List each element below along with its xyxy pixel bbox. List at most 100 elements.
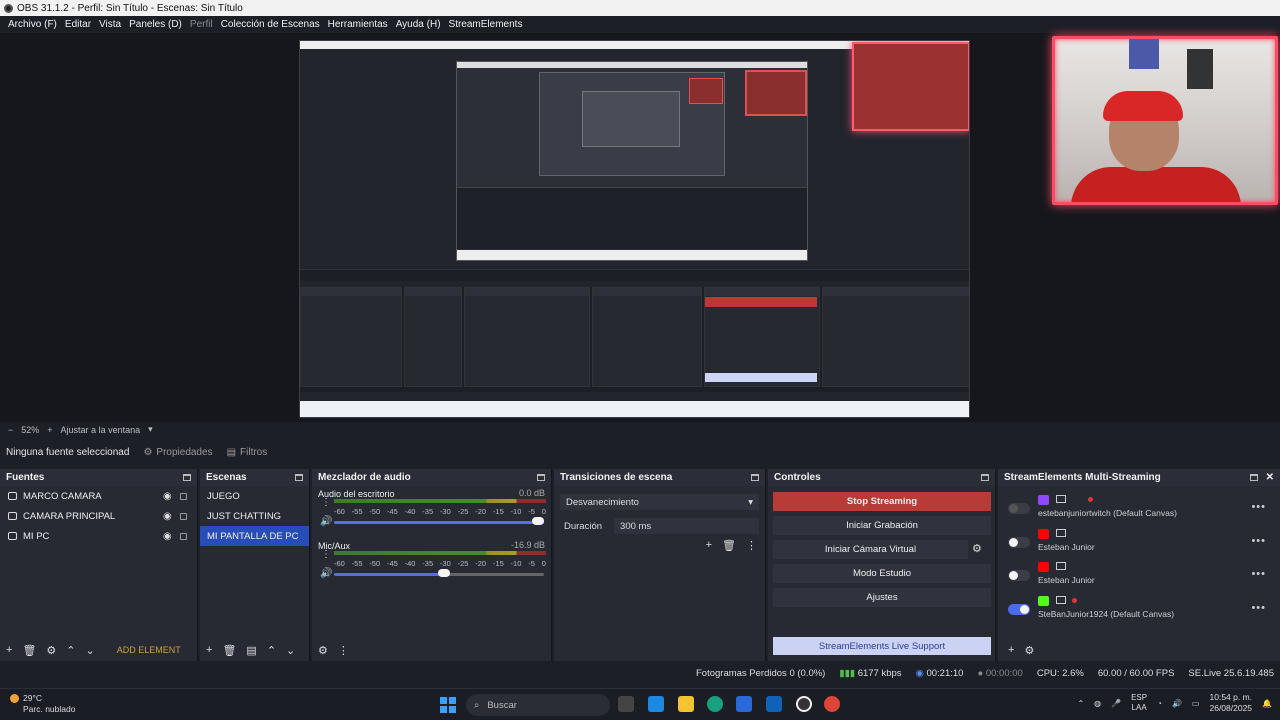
- task-view-icon[interactable]: [618, 696, 634, 712]
- menu-coleccion-escenas[interactable]: Colección de Escenas: [217, 19, 324, 30]
- target-toggle[interactable]: [1008, 570, 1030, 581]
- volume-knob[interactable]: [532, 517, 544, 525]
- virtual-camera-button[interactable]: Iniciar Cámara Virtual: [773, 540, 968, 559]
- volume-knob[interactable]: [438, 569, 450, 577]
- nested-preview-inner: [582, 91, 680, 147]
- float-icon[interactable]: [295, 474, 303, 481]
- more-icon[interactable]: •••: [1251, 568, 1266, 580]
- trash-icon[interactable]: 🗑: [22, 644, 36, 657]
- preview-canvas[interactable]: [0, 33, 1280, 422]
- notification-icon[interactable]: 🔔: [1262, 699, 1272, 708]
- menu-paneles[interactable]: Paneles (D): [125, 19, 186, 30]
- more-vertical-icon[interactable]: ⋮: [338, 644, 349, 657]
- speaker-icon[interactable]: 🔊: [320, 516, 332, 527]
- outlook-icon[interactable]: [766, 696, 782, 712]
- more-vertical-icon[interactable]: ⋮: [321, 549, 331, 560]
- trash-icon[interactable]: 🗑: [222, 644, 236, 657]
- zoom-out-icon[interactable]: −: [8, 425, 13, 435]
- taskbar-search[interactable]: ⌕ Buscar: [466, 694, 610, 716]
- copilot-icon[interactable]: [648, 696, 664, 712]
- float-icon[interactable]: [183, 474, 191, 481]
- float-icon[interactable]: [537, 474, 545, 481]
- trash-icon[interactable]: 🗑: [722, 539, 736, 552]
- gear-icon[interactable]: ⚙: [318, 644, 328, 657]
- settings-button[interactable]: Ajustes: [773, 588, 991, 607]
- more-icon[interactable]: •••: [1251, 535, 1266, 547]
- menu-vista[interactable]: Vista: [95, 19, 125, 30]
- float-icon[interactable]: [981, 474, 989, 481]
- mic-icon[interactable]: 🎤: [1111, 699, 1121, 708]
- menu-archivo[interactable]: Archivo (F): [4, 19, 61, 30]
- add-icon[interactable]: +: [1008, 644, 1014, 656]
- source-item[interactable]: CAMARA PRINCIPAL ◉: [0, 506, 197, 526]
- menu-streamelements[interactable]: StreamElements: [445, 19, 527, 30]
- gear-icon[interactable]: ⚙: [1024, 644, 1034, 657]
- battery-icon[interactable]: ▭: [1192, 699, 1200, 708]
- chrome-icon[interactable]: [824, 696, 840, 712]
- add-icon[interactable]: +: [206, 644, 212, 656]
- scene-item[interactable]: JUEGO: [200, 486, 309, 506]
- tick-label: -25: [457, 507, 469, 516]
- studio-mode-button[interactable]: Modo Estudio: [773, 564, 991, 583]
- volume-icon[interactable]: 🔊: [1172, 699, 1182, 708]
- menu-perfil[interactable]: Perfil: [186, 19, 217, 30]
- language-indicator[interactable]: ESP LAA: [1131, 693, 1147, 713]
- eye-icon[interactable]: ◉: [163, 531, 172, 542]
- float-icon[interactable]: [751, 474, 759, 481]
- more-icon[interactable]: •••: [1251, 602, 1266, 614]
- source-item[interactable]: MI PC ◉: [0, 526, 197, 546]
- arrow-up-icon[interactable]: ⌃: [267, 644, 276, 657]
- wifi-icon[interactable]: ◔: [1157, 699, 1162, 708]
- target-name: Esteban Junior: [1038, 542, 1095, 552]
- add-icon[interactable]: +: [6, 644, 12, 656]
- target-toggle[interactable]: [1008, 503, 1030, 514]
- more-vertical-icon[interactable]: ⋮: [321, 497, 331, 508]
- lock-icon[interactable]: [180, 512, 187, 520]
- gear-icon[interactable]: ⚙: [46, 644, 56, 657]
- lock-icon[interactable]: [180, 492, 187, 500]
- scene-item-selected[interactable]: MI PANTALLA DE PC: [200, 526, 309, 546]
- filter-icon[interactable]: ▤: [246, 644, 256, 657]
- weather-widget[interactable]: 29°C Parc. nublado: [10, 693, 75, 715]
- chevron-up-icon[interactable]: ⌃: [1077, 699, 1084, 708]
- arrow-up-icon[interactable]: ⌃: [66, 644, 75, 657]
- gear-icon[interactable]: ⚙: [972, 542, 982, 555]
- start-recording-button[interactable]: Iniciar Grabación: [773, 516, 991, 535]
- target-toggle[interactable]: [1008, 537, 1030, 548]
- file-explorer-icon[interactable]: [678, 696, 694, 712]
- filters-button[interactable]: ▤ Filtros: [227, 447, 268, 458]
- lock-icon[interactable]: [180, 532, 187, 540]
- properties-button[interactable]: ⚙ Propiedades: [143, 447, 212, 458]
- windows-start-icon[interactable]: [440, 697, 456, 713]
- float-icon[interactable]: [1249, 474, 1258, 481]
- add-element-button[interactable]: ADD ELEMENT: [117, 645, 181, 655]
- arrow-down-icon[interactable]: ⌄: [86, 644, 95, 657]
- menu-editar[interactable]: Editar: [61, 19, 95, 30]
- eye-icon[interactable]: ◉: [163, 511, 172, 522]
- more-vertical-icon[interactable]: ⋮: [746, 539, 757, 552]
- se-live-support-button[interactable]: StreamElements Live Support: [773, 637, 991, 655]
- arrow-down-icon[interactable]: ⌄: [286, 644, 295, 657]
- add-icon[interactable]: +: [706, 539, 712, 552]
- menu-ayuda[interactable]: Ayuda (H): [392, 19, 445, 30]
- chevron-down-icon[interactable]: ▾: [148, 424, 153, 435]
- edge-icon[interactable]: [707, 696, 723, 712]
- obs-icon[interactable]: [796, 696, 812, 712]
- menu-herramientas[interactable]: Herramientas: [324, 19, 392, 30]
- close-icon[interactable]: ✕: [1266, 472, 1274, 483]
- stop-streaming-button[interactable]: Stop Streaming: [773, 492, 991, 511]
- target-toggle[interactable]: [1008, 604, 1030, 615]
- store-icon[interactable]: [736, 696, 752, 712]
- zoom-fit-select[interactable]: Ajustar a la ventana: [61, 425, 141, 435]
- network-icon[interactable]: ◍: [1094, 699, 1101, 708]
- duration-input[interactable]: 300 ms: [614, 518, 759, 534]
- source-item[interactable]: MARCO CAMARA ◉: [0, 486, 197, 506]
- more-icon[interactable]: •••: [1251, 501, 1266, 513]
- zoom-in-icon[interactable]: +: [47, 425, 52, 435]
- scene-item[interactable]: JUST CHATTING: [200, 506, 309, 526]
- transition-select[interactable]: Desvanecimiento ▾: [560, 494, 759, 510]
- clock[interactable]: 10:54 p. m. 26/08/2025: [1209, 692, 1252, 714]
- eye-icon[interactable]: ◉: [163, 491, 172, 502]
- speaker-icon[interactable]: 🔊: [320, 568, 332, 579]
- volume-slider[interactable]: [334, 521, 544, 524]
